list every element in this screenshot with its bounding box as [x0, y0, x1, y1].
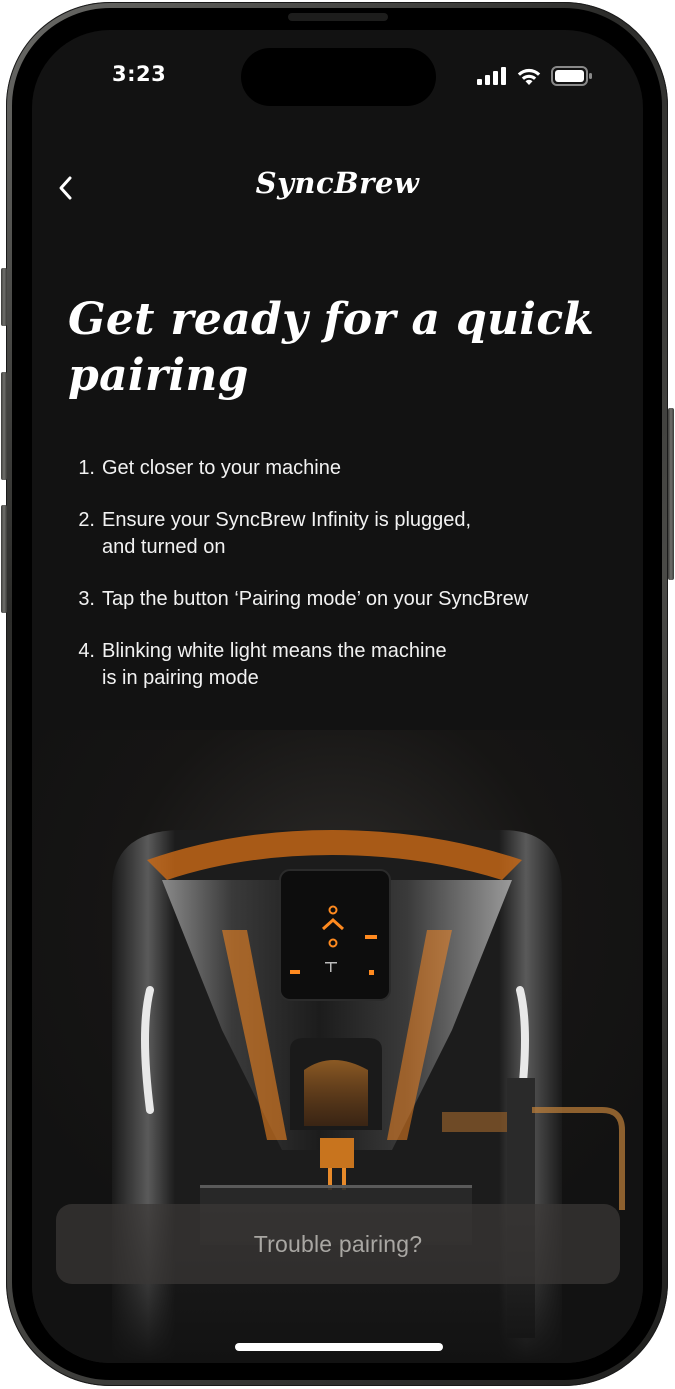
- battery-icon: [551, 66, 592, 86]
- dynamic-island: [241, 48, 436, 106]
- step-text: Tap the button ‘Pairing mode’ on your Sy…: [102, 588, 529, 610]
- step-number: 1.: [78, 457, 95, 479]
- top-speaker: [288, 13, 388, 21]
- step-text: Blinking white light means the machine i…: [102, 640, 447, 689]
- volume-down-button: [1, 505, 7, 613]
- home-indicator[interactable]: [235, 1343, 443, 1351]
- trouble-pairing-button[interactable]: Trouble pairing?: [56, 1204, 620, 1284]
- pairing-steps: 1. Get closer to your machine 2. Ensure …: [72, 455, 592, 717]
- brand-title: SyncBrew: [255, 166, 420, 200]
- app-screen: 3:23 SyncBrew Get ready for a quick pair…: [32, 30, 643, 1363]
- power-button: [668, 408, 674, 580]
- step-item: 4. Blinking white light means the machin…: [72, 638, 592, 692]
- step-item: 2. Ensure your SyncBrew Infinity is plug…: [72, 507, 592, 561]
- step-item: 1. Get closer to your machine: [72, 455, 592, 482]
- volume-up-button: [1, 372, 7, 480]
- status-time: 3:23: [112, 62, 167, 86]
- wifi-icon: [517, 68, 541, 85]
- status-icons: [477, 66, 593, 86]
- step-text: Ensure your SyncBrew Infinity is plugged…: [102, 509, 472, 558]
- step-item: 3. Tap the button ‘Pairing mode’ on your…: [72, 586, 592, 613]
- trouble-pairing-label: Trouble pairing?: [253, 1230, 423, 1257]
- page-title: Get ready for a quick pairing: [68, 294, 595, 401]
- step-number: 3.: [78, 588, 95, 610]
- action-button: [1, 268, 7, 326]
- step-text: Get closer to your machine: [102, 457, 341, 479]
- cellular-signal-icon: [477, 67, 506, 85]
- step-number: 2.: [78, 509, 95, 531]
- step-number: 4.: [78, 640, 95, 662]
